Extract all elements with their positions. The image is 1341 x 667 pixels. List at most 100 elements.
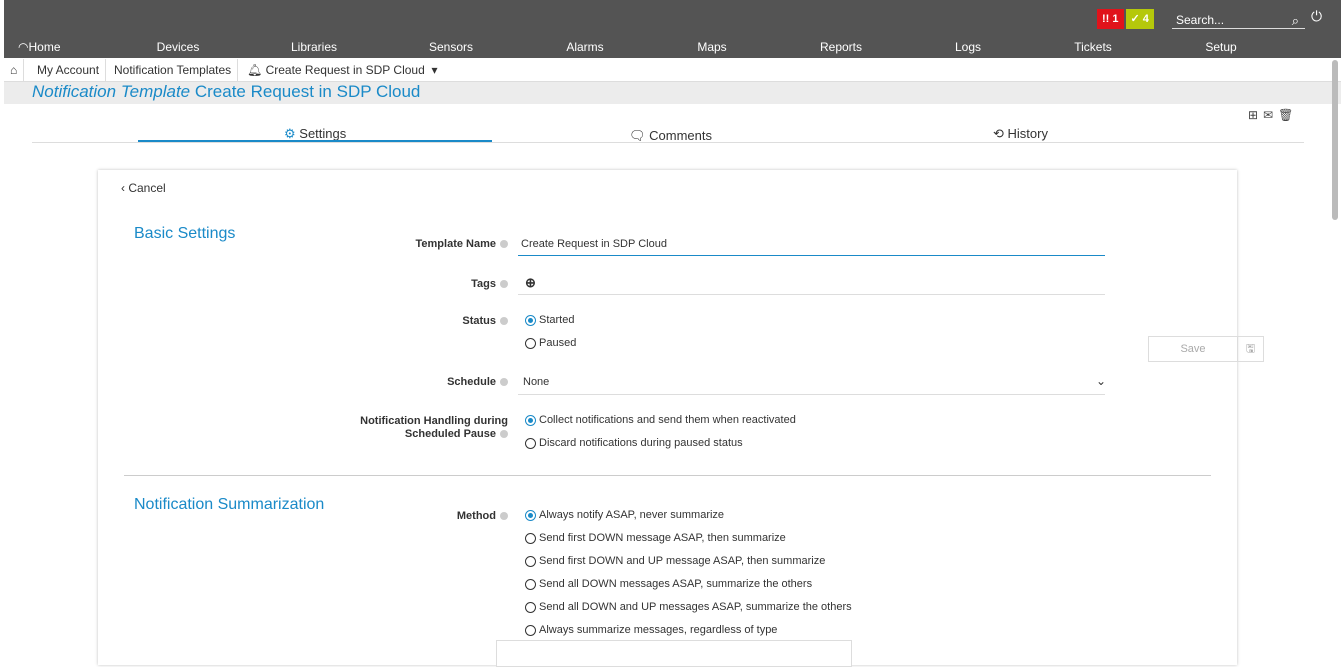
- status-started-radio[interactable]: Started: [525, 314, 574, 326]
- breadcrumb-current-label: Create Request in SDP Cloud: [265, 63, 425, 77]
- alarm-badge-red[interactable]: !! 1: [1097, 9, 1124, 29]
- radio-icon: [525, 555, 536, 567]
- search-placeholder: Search...: [1176, 13, 1225, 27]
- search-icon[interactable]: ⌕: [1292, 10, 1299, 32]
- method-option-4[interactable]: Send all DOWN messages ASAP, summarize t…: [525, 578, 812, 590]
- radio-icon: [525, 532, 536, 544]
- tab-bar: ⚙ Settings 🗨︎ Comments ⟲ History: [32, 120, 1304, 143]
- handling-collect-radio[interactable]: Collect notifications and send them when…: [525, 414, 796, 426]
- tab-history[interactable]: ⟲ History: [993, 126, 1048, 142]
- schedule-label-text: Schedule: [447, 376, 496, 388]
- template-name-label: Template Name: [415, 238, 508, 250]
- nav-devices[interactable]: Devices: [157, 40, 200, 54]
- schedule-select[interactable]: None: [523, 376, 549, 388]
- tab-history-label: History: [1007, 126, 1048, 141]
- info-icon[interactable]: [500, 430, 508, 439]
- method-option-6[interactable]: Always summarize messages, regardless of…: [525, 624, 777, 636]
- radio-icon: [525, 624, 536, 636]
- tags-label-text: Tags: [471, 278, 496, 290]
- nav-setup[interactable]: Setup: [1205, 40, 1236, 54]
- save-label: Save: [1149, 337, 1238, 361]
- save-button[interactable]: Save 🖫︎: [1148, 336, 1264, 362]
- radio-selected-icon: [525, 414, 536, 426]
- method-option-label: Always notify ASAP, never summarize: [539, 509, 725, 521]
- save-icon: 🖫︎: [1245, 343, 1256, 355]
- status-started-label: Started: [539, 314, 575, 326]
- method-option-1[interactable]: Always notify ASAP, never summarize: [525, 509, 724, 521]
- breadcrumb-my-account[interactable]: My Account: [31, 59, 107, 81]
- breadcrumb-current[interactable]: 🔔︎ Create Request in SDP Cloud ▾: [241, 59, 443, 81]
- method-option-5[interactable]: Send all DOWN and UP messages ASAP, summ…: [525, 601, 852, 613]
- alert-badges: !! 1 ✓ 4: [1097, 9, 1154, 29]
- radio-icon: [525, 437, 536, 449]
- status-paused-radio[interactable]: Paused: [525, 337, 576, 349]
- alarm-badge-green[interactable]: ✓ 4: [1125, 9, 1154, 29]
- method-label: Method: [457, 510, 508, 522]
- status-label-text: Status: [462, 315, 496, 327]
- active-tab-indicator: [138, 140, 492, 142]
- page-title-name: Create Request in SDP Cloud: [194, 82, 421, 101]
- schedule-label: Schedule: [447, 376, 508, 388]
- info-icon[interactable]: [500, 240, 508, 249]
- nav-home[interactable]: ◠Home: [18, 40, 61, 54]
- page-title: Notification Template Create Request in …: [32, 82, 420, 102]
- template-name-underline: [518, 255, 1105, 256]
- cancel-button[interactable]: ‹ Cancel: [121, 181, 166, 195]
- main-nav: ◠Home Devices Libraries Sensors Alarms M…: [4, 38, 1341, 58]
- power-icon[interactable]: ⏻: [1311, 8, 1322, 25]
- template-name-field[interactable]: Create Request in SDP Cloud: [521, 238, 667, 250]
- schedule-underline: [518, 394, 1105, 395]
- home-icon[interactable]: ⌂: [4, 59, 25, 81]
- chevron-down-icon[interactable]: ⌄: [1096, 374, 1106, 388]
- info-icon[interactable]: [500, 378, 508, 387]
- handling-discard-radio[interactable]: Discard notifications during paused stat…: [525, 437, 743, 449]
- nav-libraries[interactable]: Libraries: [291, 40, 337, 54]
- tab-settings-label: Settings: [299, 126, 347, 141]
- method-option-3[interactable]: Send first DOWN and UP message ASAP, the…: [525, 555, 825, 567]
- radio-selected-icon: [525, 509, 536, 521]
- handling-label-line2: Scheduled Pause: [405, 428, 508, 440]
- history-icon: ⟲: [993, 126, 1004, 141]
- nav-tickets[interactable]: Tickets: [1074, 40, 1112, 54]
- breadcrumb: ⌂ My Account Notification Templates 🔔︎ C…: [4, 59, 1341, 82]
- breadcrumb-notification-templates[interactable]: Notification Templates: [108, 59, 239, 81]
- tab-comments[interactable]: 🗨︎ Comments: [629, 128, 712, 144]
- tab-comments-label: Comments: [649, 128, 712, 143]
- nav-alarms[interactable]: Alarms: [566, 40, 603, 54]
- method-option-2[interactable]: Send first DOWN message ASAP, then summa…: [525, 532, 786, 544]
- radio-selected-icon: [525, 314, 536, 326]
- search-input[interactable]: Search... ⌕: [1172, 9, 1305, 29]
- chevron-down-icon[interactable]: ▾: [431, 63, 437, 77]
- gear-icon: ⚙: [284, 126, 296, 141]
- tags-underline: [518, 294, 1105, 295]
- page-title-prefix: Notification Template: [32, 82, 191, 101]
- bell-icon: 🔔︎: [247, 63, 263, 77]
- add-tag-icon[interactable]: ⊕: [525, 275, 536, 291]
- nav-logs[interactable]: Logs: [955, 40, 981, 54]
- bottom-popup: [496, 640, 852, 667]
- status-paused-label: Paused: [539, 337, 577, 349]
- cancel-label: Cancel: [128, 181, 166, 195]
- method-option-label: Send first DOWN message ASAP, then summa…: [539, 532, 786, 544]
- template-name-label-text: Template Name: [415, 238, 497, 250]
- info-icon[interactable]: [500, 280, 508, 289]
- info-icon[interactable]: [500, 512, 508, 521]
- radio-icon: [525, 601, 536, 613]
- radio-icon: [525, 578, 536, 590]
- section-divider: [124, 475, 1211, 476]
- nav-maps[interactable]: Maps: [697, 40, 726, 54]
- handling-collect-label: Collect notifications and send them when…: [539, 414, 796, 426]
- method-option-label: Always summarize messages, regardless of…: [539, 624, 778, 636]
- method-label-text: Method: [456, 510, 496, 522]
- scrollbar[interactable]: [1332, 60, 1338, 220]
- radio-icon: [525, 337, 536, 349]
- nav-home-label: Home: [28, 40, 61, 54]
- section-notification-summarization: Notification Summarization: [134, 496, 325, 513]
- method-option-label: Send all DOWN messages ASAP, summarize t…: [539, 578, 813, 590]
- info-icon[interactable]: [500, 317, 508, 326]
- handling-discard-label: Discard notifications during paused stat…: [539, 437, 743, 449]
- method-option-label: Send first DOWN and UP message ASAP, the…: [539, 555, 826, 567]
- nav-sensors[interactable]: Sensors: [429, 40, 473, 54]
- nav-reports[interactable]: Reports: [820, 40, 862, 54]
- method-option-label: Send all DOWN and UP messages ASAP, summ…: [539, 601, 852, 613]
